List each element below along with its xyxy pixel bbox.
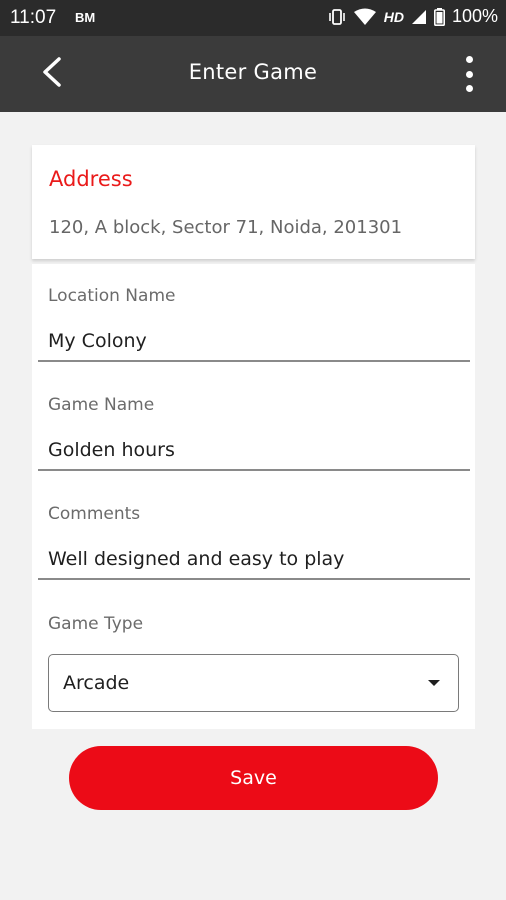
game-type-value: Arcade <box>63 672 130 694</box>
status-notification-text: BM <box>75 10 96 25</box>
comments-input[interactable]: Well designed and easy to play <box>48 548 344 570</box>
game-name-label: Game Name <box>48 395 155 415</box>
signal-icon <box>411 9 427 25</box>
address-label: Address <box>49 167 133 191</box>
vibrate-icon <box>328 8 346 25</box>
app-bar: Enter Game <box>0 36 506 112</box>
wifi-icon <box>353 8 377 26</box>
comments-label: Comments <box>48 504 141 524</box>
dropdown-arrow-icon <box>428 680 440 686</box>
status-time: 11:07 <box>10 7 57 28</box>
location-name-label: Location Name <box>48 286 176 306</box>
page-title: Enter Game <box>188 60 318 84</box>
more-options-button[interactable] <box>460 54 478 94</box>
game-name-input[interactable]: Golden hours <box>48 439 175 461</box>
game-type-label: Game Type <box>48 614 144 634</box>
game-form: Location Name My Colony Game Name Golden… <box>32 264 475 729</box>
game-name-underline <box>38 469 470 471</box>
location-name-input[interactable]: My Colony <box>48 330 147 352</box>
address-value: 120, A block, Sector 71, Noida, 201301 <box>49 217 403 238</box>
status-icons: HD 100% <box>328 6 498 27</box>
battery-percent: 100% <box>451 6 498 26</box>
more-vert-icon <box>465 56 473 63</box>
comments-underline <box>38 578 470 580</box>
game-type-select[interactable]: Arcade <box>48 654 459 712</box>
location-name-underline <box>38 360 470 362</box>
battery-icon <box>433 7 445 26</box>
save-button[interactable]: Save <box>69 746 438 810</box>
status-bar: 11:07 BM HD 100% <box>0 0 506 36</box>
network-type: HD <box>383 8 404 25</box>
address-card: Address 120, A block, Sector 71, Noida, … <box>32 145 475 259</box>
